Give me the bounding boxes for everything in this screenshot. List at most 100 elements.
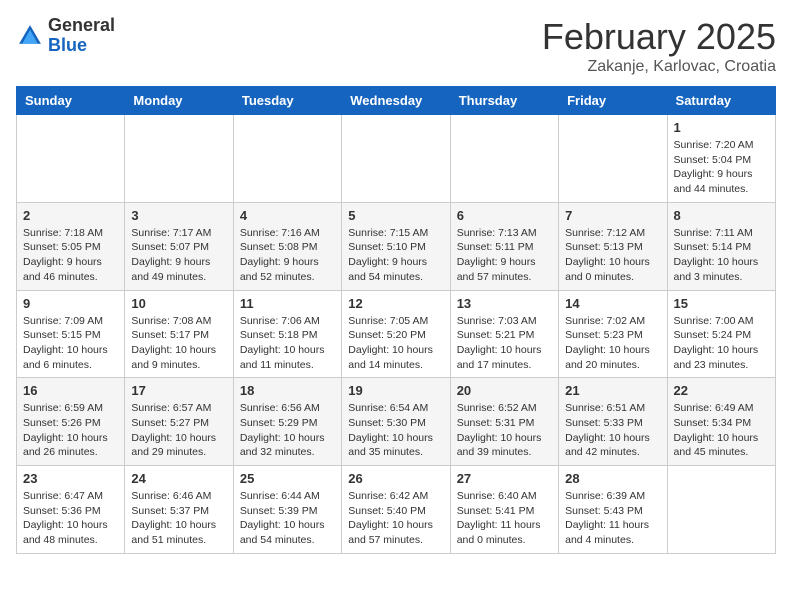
- day-info: Sunrise: 7:11 AM Sunset: 5:14 PM Dayligh…: [674, 226, 769, 285]
- month-title: February 2025: [542, 16, 776, 58]
- day-number: 19: [348, 383, 443, 398]
- day-info: Sunrise: 6:49 AM Sunset: 5:34 PM Dayligh…: [674, 401, 769, 460]
- page-header: General Blue February 2025 Zakanje, Karl…: [16, 16, 776, 76]
- calendar-cell: [559, 115, 667, 203]
- day-info: Sunrise: 7:20 AM Sunset: 5:04 PM Dayligh…: [674, 138, 769, 197]
- day-info: Sunrise: 6:40 AM Sunset: 5:41 PM Dayligh…: [457, 489, 552, 548]
- calendar-cell: 11Sunrise: 7:06 AM Sunset: 5:18 PM Dayli…: [233, 290, 341, 378]
- day-number: 6: [457, 208, 552, 223]
- day-number: 22: [674, 383, 769, 398]
- day-info: Sunrise: 7:13 AM Sunset: 5:11 PM Dayligh…: [457, 226, 552, 285]
- day-info: Sunrise: 7:16 AM Sunset: 5:08 PM Dayligh…: [240, 226, 335, 285]
- weekday-header-saturday: Saturday: [667, 87, 775, 115]
- calendar-cell: 28 Sunrise: 6:39 AM Sunset: 5:43 PM Dayli…: [559, 466, 667, 554]
- calendar-cell: [233, 115, 341, 203]
- day-info: Sunrise: 7:06 AM Sunset: 5:18 PM Dayligh…: [240, 314, 335, 373]
- day-number: 26: [348, 471, 443, 486]
- weekday-header-tuesday: Tuesday: [233, 87, 341, 115]
- day-info: Sunrise: 7:12 AM Sunset: 5:13 PM Dayligh…: [565, 226, 660, 285]
- calendar-cell: 24Sunrise: 6:46 AM Sunset: 5:37 PM Dayli…: [125, 466, 233, 554]
- calendar-cell: 8 Sunrise: 7:11 AM Sunset: 5:14 PM Daylig…: [667, 202, 775, 290]
- calendar-week-row: 23 Sunrise: 6:47 AM Sunset: 5:36 PM Dayli…: [17, 466, 776, 554]
- calendar-cell: [667, 466, 775, 554]
- day-number: 1: [674, 120, 769, 135]
- day-info: Sunrise: 7:03 AM Sunset: 5:21 PM Dayligh…: [457, 314, 552, 373]
- calendar-cell: [450, 115, 558, 203]
- day-info: Sunrise: 7:09 AM Sunset: 5:15 PM Dayligh…: [23, 314, 118, 373]
- calendar-cell: [342, 115, 450, 203]
- weekday-header-wednesday: Wednesday: [342, 87, 450, 115]
- day-info: Sunrise: 7:00 AM Sunset: 5:24 PM Dayligh…: [674, 314, 769, 373]
- day-info: Sunrise: 7:08 AM Sunset: 5:17 PM Dayligh…: [131, 314, 226, 373]
- calendar-cell: 23 Sunrise: 6:47 AM Sunset: 5:36 PM Dayli…: [17, 466, 125, 554]
- calendar-week-row: 9 Sunrise: 7:09 AM Sunset: 5:15 PM Daylig…: [17, 290, 776, 378]
- calendar-cell: 25 Sunrise: 6:44 AM Sunset: 5:39 PM Dayli…: [233, 466, 341, 554]
- day-number: 25: [240, 471, 335, 486]
- weekday-header-sunday: Sunday: [17, 87, 125, 115]
- calendar-cell: 7 Sunrise: 7:12 AM Sunset: 5:13 PM Daylig…: [559, 202, 667, 290]
- calendar-cell: 15 Sunrise: 7:00 AM Sunset: 5:24 PM Dayli…: [667, 290, 775, 378]
- day-number: 15: [674, 296, 769, 311]
- day-number: 20: [457, 383, 552, 398]
- day-number: 18: [240, 383, 335, 398]
- day-number: 4: [240, 208, 335, 223]
- calendar-cell: 27 Sunrise: 6:40 AM Sunset: 5:41 PM Dayli…: [450, 466, 558, 554]
- day-info: Sunrise: 7:15 AM Sunset: 5:10 PM Dayligh…: [348, 226, 443, 285]
- calendar-week-row: 16 Sunrise: 6:59 AM Sunset: 5:26 PM Dayli…: [17, 378, 776, 466]
- day-info: Sunrise: 6:44 AM Sunset: 5:39 PM Dayligh…: [240, 489, 335, 548]
- day-number: 8: [674, 208, 769, 223]
- day-number: 14: [565, 296, 660, 311]
- calendar-cell: 9 Sunrise: 7:09 AM Sunset: 5:15 PM Daylig…: [17, 290, 125, 378]
- day-info: Sunrise: 7:05 AM Sunset: 5:20 PM Dayligh…: [348, 314, 443, 373]
- calendar-cell: 20Sunrise: 6:52 AM Sunset: 5:31 PM Dayli…: [450, 378, 558, 466]
- day-info: Sunrise: 6:56 AM Sunset: 5:29 PM Dayligh…: [240, 401, 335, 460]
- logo-icon: [16, 22, 44, 50]
- day-number: 3: [131, 208, 226, 223]
- day-number: 21: [565, 383, 660, 398]
- day-number: 16: [23, 383, 118, 398]
- day-number: 7: [565, 208, 660, 223]
- calendar-cell: 26 Sunrise: 6:42 AM Sunset: 5:40 PM Dayli…: [342, 466, 450, 554]
- day-info: Sunrise: 6:59 AM Sunset: 5:26 PM Dayligh…: [23, 401, 118, 460]
- day-info: Sunrise: 6:54 AM Sunset: 5:30 PM Dayligh…: [348, 401, 443, 460]
- logo-text: General Blue: [48, 16, 115, 56]
- day-number: 5: [348, 208, 443, 223]
- day-info: Sunrise: 7:02 AM Sunset: 5:23 PM Dayligh…: [565, 314, 660, 373]
- calendar-week-row: 2 Sunrise: 7:18 AM Sunset: 5:05 PM Daylig…: [17, 202, 776, 290]
- calendar-cell: 5 Sunrise: 7:15 AM Sunset: 5:10 PM Daylig…: [342, 202, 450, 290]
- calendar-cell: 16 Sunrise: 6:59 AM Sunset: 5:26 PM Dayli…: [17, 378, 125, 466]
- day-number: 17: [131, 383, 226, 398]
- calendar-cell: 3 Sunrise: 7:17 AM Sunset: 5:07 PM Daylig…: [125, 202, 233, 290]
- day-info: Sunrise: 6:42 AM Sunset: 5:40 PM Dayligh…: [348, 489, 443, 548]
- calendar-week-row: 1 Sunrise: 7:20 AM Sunset: 5:04 PM Daylig…: [17, 115, 776, 203]
- day-info: Sunrise: 6:51 AM Sunset: 5:33 PM Dayligh…: [565, 401, 660, 460]
- day-number: 28: [565, 471, 660, 486]
- calendar-header-row: SundayMondayTuesdayWednesdayThursdayFrid…: [17, 87, 776, 115]
- day-number: 12: [348, 296, 443, 311]
- calendar-cell: 19 Sunrise: 6:54 AM Sunset: 5:30 PM Dayli…: [342, 378, 450, 466]
- calendar-cell: 2 Sunrise: 7:18 AM Sunset: 5:05 PM Daylig…: [17, 202, 125, 290]
- day-info: Sunrise: 6:46 AM Sunset: 5:37 PM Dayligh…: [131, 489, 226, 548]
- day-number: 27: [457, 471, 552, 486]
- calendar-cell: 12 Sunrise: 7:05 AM Sunset: 5:20 PM Dayli…: [342, 290, 450, 378]
- day-number: 2: [23, 208, 118, 223]
- day-info: Sunrise: 6:39 AM Sunset: 5:43 PM Dayligh…: [565, 489, 660, 548]
- title-block: February 2025 Zakanje, Karlovac, Croatia: [542, 16, 776, 76]
- day-number: 13: [457, 296, 552, 311]
- calendar-cell: 13 Sunrise: 7:03 AM Sunset: 5:21 PM Dayli…: [450, 290, 558, 378]
- day-info: Sunrise: 6:47 AM Sunset: 5:36 PM Dayligh…: [23, 489, 118, 548]
- weekday-header-monday: Monday: [125, 87, 233, 115]
- logo-general-text: General: [48, 15, 115, 35]
- calendar-cell: 10Sunrise: 7:08 AM Sunset: 5:17 PM Dayli…: [125, 290, 233, 378]
- location-title: Zakanje, Karlovac, Croatia: [542, 58, 776, 76]
- calendar-cell: 21 Sunrise: 6:51 AM Sunset: 5:33 PM Dayli…: [559, 378, 667, 466]
- day-number: 23: [23, 471, 118, 486]
- calendar-cell: 22 Sunrise: 6:49 AM Sunset: 5:34 PM Dayli…: [667, 378, 775, 466]
- logo-blue-text: Blue: [48, 35, 87, 55]
- day-info: Sunrise: 7:18 AM Sunset: 5:05 PM Dayligh…: [23, 226, 118, 285]
- day-number: 9: [23, 296, 118, 311]
- weekday-header-thursday: Thursday: [450, 87, 558, 115]
- weekday-header-friday: Friday: [559, 87, 667, 115]
- day-info: Sunrise: 7:17 AM Sunset: 5:07 PM Dayligh…: [131, 226, 226, 285]
- calendar-table: SundayMondayTuesdayWednesdayThursdayFrid…: [16, 86, 776, 554]
